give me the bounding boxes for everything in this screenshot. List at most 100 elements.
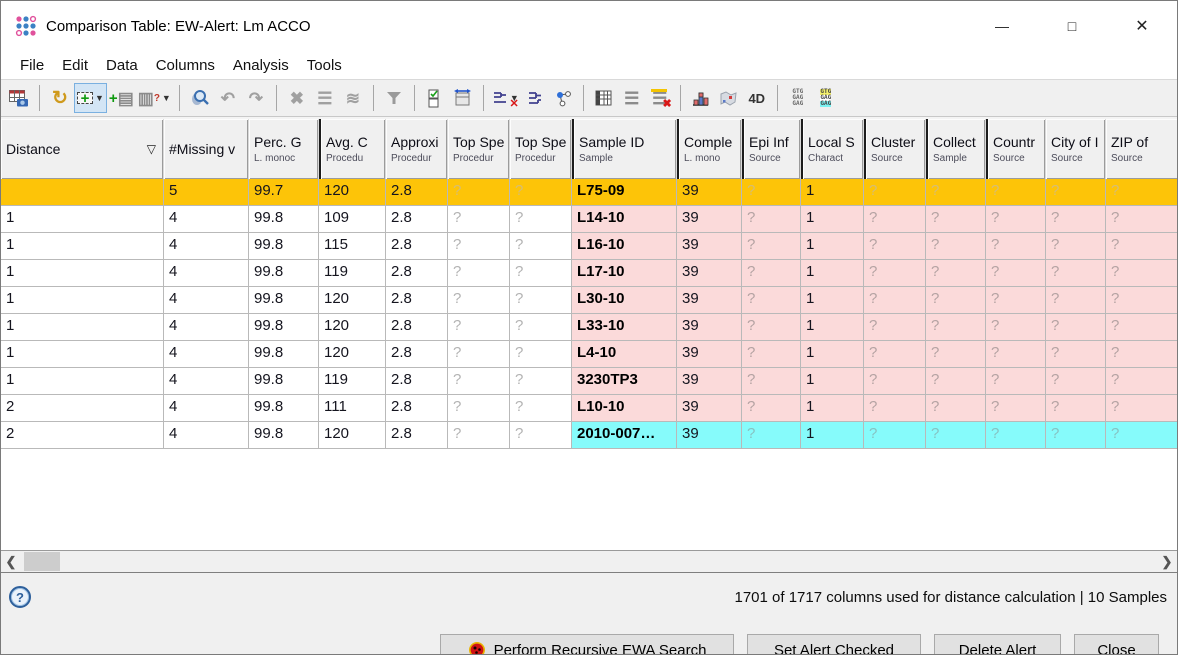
cell-r9-c8[interactable]: 39 xyxy=(677,422,742,449)
cell-r3-c15[interactable]: ? xyxy=(1106,260,1177,287)
cell-r0-c2[interactable]: 99.7 xyxy=(249,179,319,206)
cell-r3-c0[interactable]: 1 xyxy=(1,260,164,287)
cell-r8-c13[interactable]: ? xyxy=(986,395,1046,422)
view-4d-button[interactable]: 4D xyxy=(743,83,771,113)
cell-r7-c6[interactable]: ? xyxy=(510,368,572,395)
cell-r1-c12[interactable]: ? xyxy=(926,206,986,233)
cell-r1-c14[interactable]: ? xyxy=(1046,206,1106,233)
cell-r9-c0[interactable]: 2 xyxy=(1,422,164,449)
cell-r6-c13[interactable]: ? xyxy=(986,341,1046,368)
minimize-button[interactable]: — xyxy=(967,1,1037,51)
cell-r7-c11[interactable]: ? xyxy=(864,368,926,395)
cell-r7-c0[interactable]: 1 xyxy=(1,368,164,395)
cell-r3-c13[interactable]: ? xyxy=(986,260,1046,287)
cell-r3-c11[interactable]: ? xyxy=(864,260,926,287)
spanning-tree-button[interactable] xyxy=(549,83,577,113)
cell-r5-c9[interactable]: ? xyxy=(742,314,801,341)
maximize-button[interactable]: □ xyxy=(1037,1,1107,51)
cell-r1-c13[interactable]: ? xyxy=(986,206,1046,233)
export-table-image-button[interactable] xyxy=(5,83,33,113)
cell-r6-c11[interactable]: ? xyxy=(864,341,926,368)
cell-r3-c8[interactable]: 39 xyxy=(677,260,742,287)
cell-r2-c7[interactable]: L16-10 xyxy=(572,233,677,260)
cell-r1-c5[interactable]: ? xyxy=(448,206,510,233)
cell-r5-c2[interactable]: 99.8 xyxy=(249,314,319,341)
cell-r4-c15[interactable]: ? xyxy=(1106,287,1177,314)
table-row-6[interactable]: 1499.81202.8??L4-1039?1????? xyxy=(1,341,1177,368)
cell-r1-c11[interactable]: ? xyxy=(864,206,926,233)
add-to-selection-button[interactable]: +▼ xyxy=(74,83,107,113)
undo-button[interactable]: ↶ xyxy=(214,83,242,113)
cell-r8-c10[interactable]: 1 xyxy=(801,395,864,422)
cell-r5-c12[interactable]: ? xyxy=(926,314,986,341)
refresh-button[interactable]: ↻ xyxy=(46,83,74,113)
cell-r2-c11[interactable]: ? xyxy=(864,233,926,260)
menu-item-file[interactable]: File xyxy=(11,54,53,77)
cell-r3-c4[interactable]: 2.8 xyxy=(386,260,448,287)
cell-r3-c5[interactable]: ? xyxy=(448,260,510,287)
checkbox-list-button[interactable] xyxy=(421,83,449,113)
fit-columns-button[interactable] xyxy=(449,83,477,113)
column-header-8[interactable]: CompleL. mono xyxy=(677,119,742,179)
cell-r2-c14[interactable]: ? xyxy=(1046,233,1106,260)
cell-r8-c14[interactable]: ? xyxy=(1046,395,1106,422)
cell-r7-c5[interactable]: ? xyxy=(448,368,510,395)
cell-r0-c12[interactable]: ? xyxy=(926,179,986,206)
cell-r6-c5[interactable]: ? xyxy=(448,341,510,368)
cell-r2-c8[interactable]: 39 xyxy=(677,233,742,260)
cell-r6-c6[interactable]: ? xyxy=(510,341,572,368)
cell-r7-c8[interactable]: 39 xyxy=(677,368,742,395)
table-row-5[interactable]: 1499.81202.8??L33-1039?1????? xyxy=(1,314,1177,341)
cell-r8-c7[interactable]: L10-10 xyxy=(572,395,677,422)
cell-r7-c9[interactable]: ? xyxy=(742,368,801,395)
cell-r4-c6[interactable]: ? xyxy=(510,287,572,314)
cell-r9-c6[interactable]: ? xyxy=(510,422,572,449)
sequence-color-view-button[interactable]: GTG GAG GAG xyxy=(812,83,840,113)
cell-r4-c3[interactable]: 120 xyxy=(319,287,386,314)
cell-r4-c9[interactable]: ? xyxy=(742,287,801,314)
cell-r7-c7[interactable]: 3230TP3 xyxy=(572,368,677,395)
table-row-8[interactable]: 2499.81112.8??L10-1039?1????? xyxy=(1,395,1177,422)
cell-r5-c7[interactable]: L33-10 xyxy=(572,314,677,341)
column-header-13[interactable]: CountrSource xyxy=(986,119,1046,179)
filter-button[interactable] xyxy=(380,83,408,113)
cell-r6-c14[interactable]: ? xyxy=(1046,341,1106,368)
cell-r3-c10[interactable]: 1 xyxy=(801,260,864,287)
cell-r8-c12[interactable]: ? xyxy=(926,395,986,422)
cell-r0-c1[interactable]: 5 xyxy=(164,179,249,206)
cell-r2-c9[interactable]: ? xyxy=(742,233,801,260)
cell-r5-c14[interactable]: ? xyxy=(1046,314,1106,341)
show-dendrogram-button[interactable] xyxy=(521,83,549,113)
cell-r7-c4[interactable]: 2.8 xyxy=(386,368,448,395)
cell-r2-c3[interactable]: 115 xyxy=(319,233,386,260)
cell-r0-c11[interactable]: ? xyxy=(864,179,926,206)
menu-item-data[interactable]: Data xyxy=(97,54,147,77)
merge-rows-button[interactable]: ☰ xyxy=(311,83,339,113)
table-row-9[interactable]: 2499.81202.8??2010-007…39?1????? xyxy=(1,422,1177,449)
cell-r5-c1[interactable]: 4 xyxy=(164,314,249,341)
cell-r0-c4[interactable]: 2.8 xyxy=(386,179,448,206)
table-row-0[interactable]: 599.71202.8??L75-0939?1????? xyxy=(1,179,1177,206)
cell-r3-c14[interactable]: ? xyxy=(1046,260,1106,287)
cell-r4-c12[interactable]: ? xyxy=(926,287,986,314)
close-button[interactable]: Close xyxy=(1074,634,1159,655)
cell-r3-c2[interactable]: 99.8 xyxy=(249,260,319,287)
cell-r7-c14[interactable]: ? xyxy=(1046,368,1106,395)
cell-r7-c1[interactable]: 4 xyxy=(164,368,249,395)
cell-r7-c13[interactable]: ? xyxy=(986,368,1046,395)
redo-button[interactable]: ↷ xyxy=(242,83,270,113)
scrollbar-thumb[interactable] xyxy=(24,552,60,571)
cell-r4-c14[interactable]: ? xyxy=(1046,287,1106,314)
cell-r1-c9[interactable]: ? xyxy=(742,206,801,233)
cell-r0-c8[interactable]: 39 xyxy=(677,179,742,206)
cell-r9-c15[interactable]: ? xyxy=(1106,422,1177,449)
cell-r3-c6[interactable]: ? xyxy=(510,260,572,287)
delete-button[interactable]: ✖ xyxy=(283,83,311,113)
menu-item-edit[interactable]: Edit xyxy=(53,54,97,77)
cell-r3-c7[interactable]: L17-10 xyxy=(572,260,677,287)
column-header-7[interactable]: Sample IDSample xyxy=(572,119,677,179)
cell-r9-c10[interactable]: 1 xyxy=(801,422,864,449)
cell-r9-c13[interactable]: ? xyxy=(986,422,1046,449)
cell-r9-c1[interactable]: 4 xyxy=(164,422,249,449)
cell-r6-c15[interactable]: ? xyxy=(1106,341,1177,368)
